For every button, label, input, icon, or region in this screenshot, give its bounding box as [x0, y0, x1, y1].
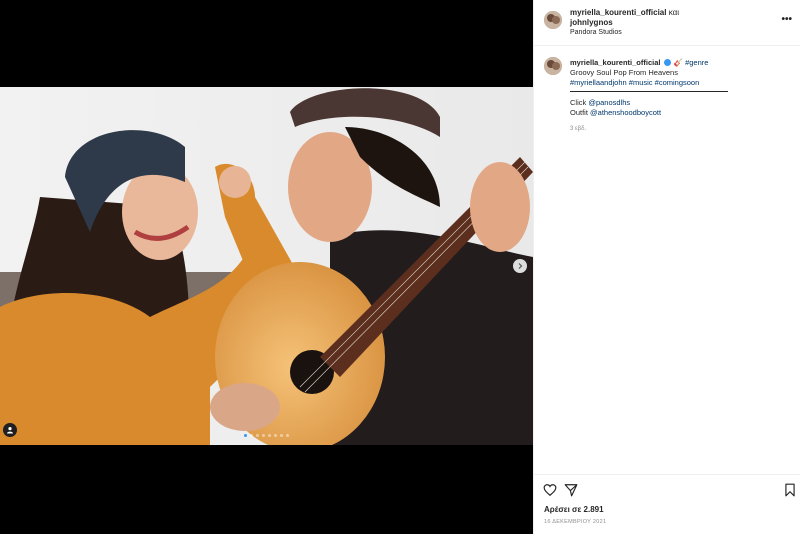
user-icon [7, 427, 13, 434]
share-icon[interactable] [564, 483, 578, 497]
caption: myriella_kourenti_official 🎸 #genre Groo… [570, 58, 790, 134]
post-sidebar: myriella_kourenti_official και johnlygno… [533, 0, 800, 534]
tagged-users-button[interactable] [3, 423, 17, 437]
caption-divider [570, 91, 728, 92]
caption-username[interactable]: myriella_kourenti_official [570, 58, 660, 67]
carousel-dot [286, 434, 289, 437]
chevron-right-icon [518, 263, 523, 269]
coauthor-username[interactable]: johnlygnos [570, 18, 613, 28]
hashtag-comingsoon[interactable]: #comingsoon [655, 78, 700, 87]
instagram-post-view: myriella_kourenti_official και johnlygno… [0, 0, 800, 534]
outfit-handle[interactable]: @athenshoodboycott [590, 108, 661, 117]
hashtag-music[interactable]: #music [629, 78, 653, 87]
guitar-emoji: 🎸 [673, 58, 683, 67]
carousel-dot [256, 434, 259, 437]
author-username[interactable]: myriella_kourenti_official [570, 8, 666, 17]
click-handle[interactable]: @panosdlhs [588, 98, 630, 107]
location-link[interactable]: Pandora Studios [570, 28, 622, 37]
caption-time-ago: 3 εβδ. [570, 126, 587, 132]
carousel-dot [262, 434, 265, 437]
post-photo[interactable] [0, 87, 533, 445]
next-slide-button[interactable] [513, 259, 527, 273]
caption-text: Groovy Soul Pop From Heavens [570, 68, 678, 77]
likes-count[interactable]: Αρέσει σε 2.891 [544, 505, 604, 514]
carousel-dot [250, 434, 253, 437]
credit-outfit: Outfit @athenshoodboycott [570, 108, 790, 118]
post-header: myriella_kourenti_official και johnlygno… [534, 0, 800, 46]
outfit-label: Outfit [570, 108, 588, 117]
author-line: myriella_kourenti_official και [570, 8, 679, 18]
avatar-image [544, 57, 562, 75]
photo-illustration [0, 87, 533, 445]
carousel-dot [268, 434, 271, 437]
media-panel [0, 0, 533, 534]
bookmark-icon[interactable] [783, 483, 797, 497]
post-actions: Αρέσει σε 2.891 16 ΔΕΚΕΜΒΡΙΟΥ 2021 [534, 474, 800, 535]
hashtag-genre[interactable]: #genre [685, 58, 708, 67]
and-word: και [668, 8, 680, 17]
hashtag-myriellaandjohn[interactable]: #myriellaandjohn [570, 78, 627, 87]
carousel-dot [274, 434, 277, 437]
post-date: 16 ΔΕΚΕΜΒΡΙΟΥ 2021 [544, 519, 607, 525]
caption-first-line: myriella_kourenti_official 🎸 #genre [570, 58, 790, 68]
carousel-indicator [244, 434, 289, 437]
carousel-dot [280, 434, 283, 437]
avatar-image [544, 11, 562, 29]
more-horizontal-icon[interactable]: ••• [781, 14, 792, 25]
verified-badge-icon [663, 59, 671, 66]
heart-icon[interactable] [543, 483, 557, 497]
carousel-dot [244, 434, 247, 437]
click-label: Click [570, 98, 587, 107]
credit-click: Click @panosdlhs [570, 98, 790, 108]
caption-avatar[interactable] [544, 57, 562, 75]
caption-hashtags: #myriellaandjohn #music #comingsoon [570, 78, 790, 88]
author-avatar[interactable] [544, 11, 562, 29]
